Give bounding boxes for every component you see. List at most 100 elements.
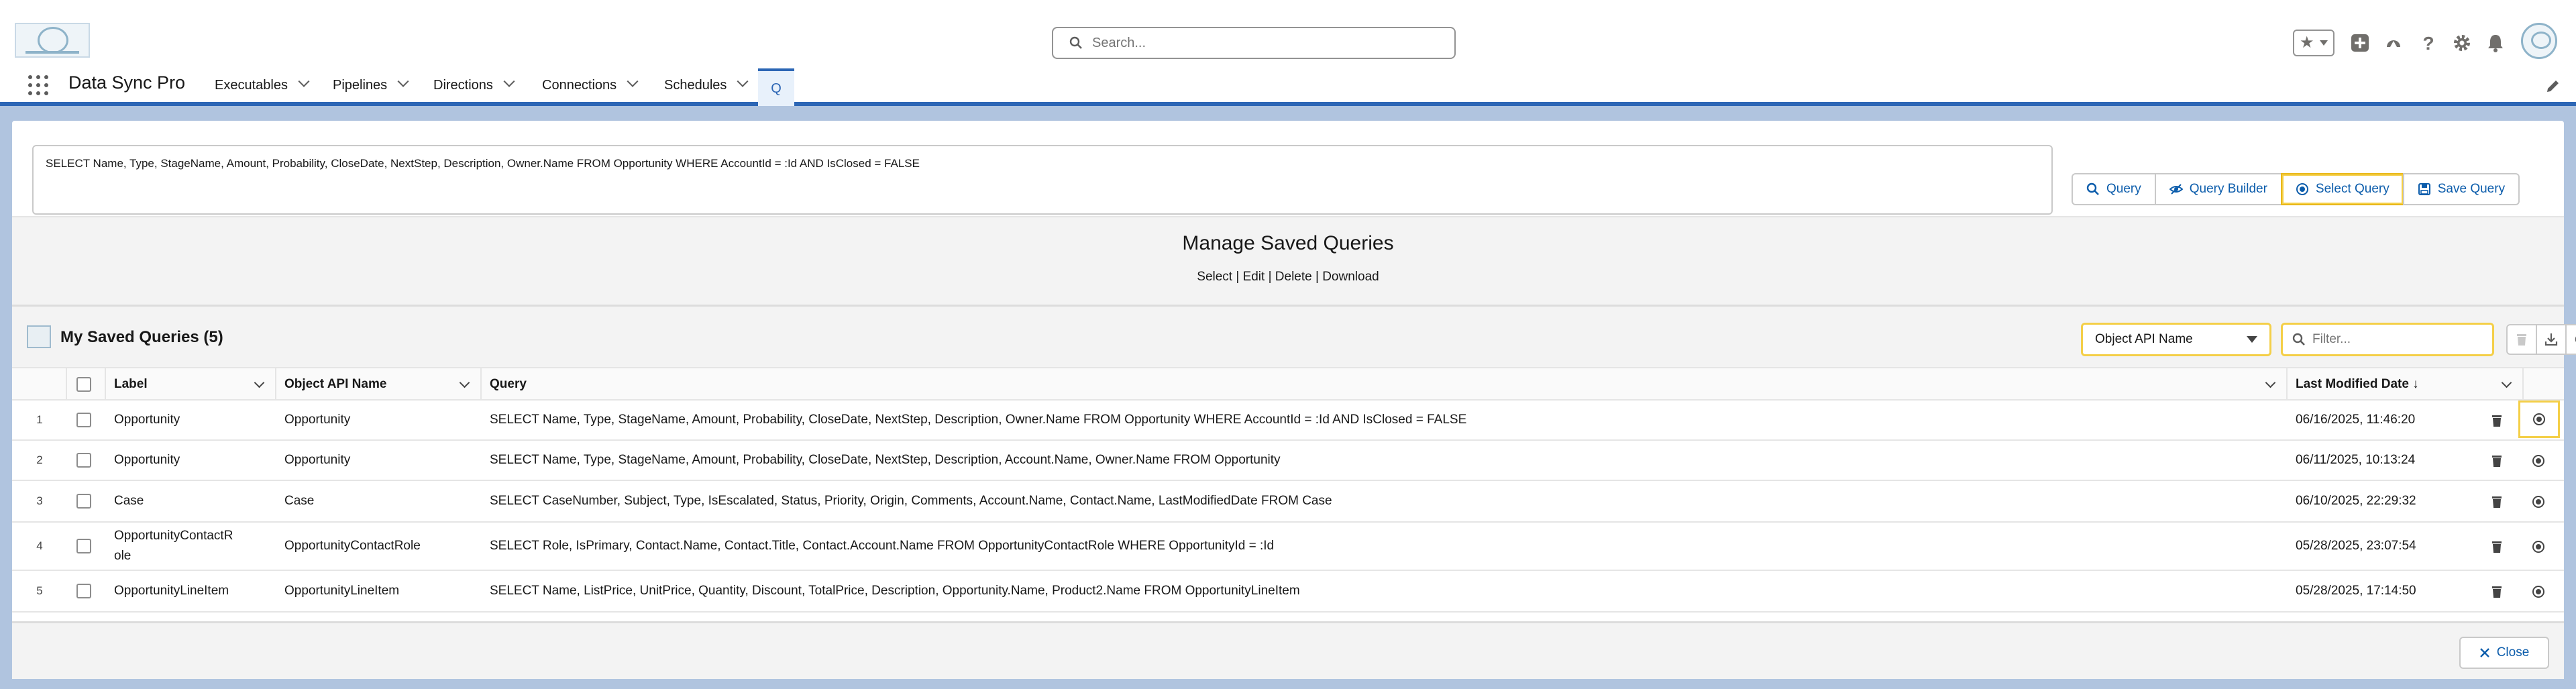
gear-icon[interactable] [2450, 31, 2474, 55]
column-header-label[interactable]: Label [106, 368, 276, 401]
column-header-object[interactable]: Object API Name [276, 368, 482, 401]
nav-item-directions[interactable]: Directions [433, 64, 515, 106]
row-checkbox[interactable] [76, 539, 91, 553]
column-header-query[interactable]: Query [482, 368, 2288, 401]
select-row-button[interactable] [2518, 401, 2560, 438]
row-checkbox[interactable] [76, 413, 91, 427]
chevron-down-icon[interactable] [254, 377, 265, 388]
chevron-down-icon[interactable] [397, 75, 409, 87]
row-checkbox[interactable] [76, 453, 91, 468]
trash-icon [2492, 456, 2502, 467]
trailhead-icon[interactable] [2381, 31, 2406, 55]
trash-icon [2517, 334, 2526, 346]
query-builder-button[interactable]: Query Builder [2154, 173, 2282, 205]
search-icon [1069, 36, 1082, 49]
query-button-label: Query [2106, 182, 2141, 196]
nav-item-pipelines[interactable]: Pipelines [333, 64, 409, 106]
nav-item-schedules[interactable]: Schedules [664, 64, 749, 106]
select-row-button[interactable] [2526, 490, 2551, 514]
table-row[interactable]: 5 OpportunityLineItem OpportunityLineIte… [12, 571, 2564, 613]
column-header-modified[interactable]: Last Modified Date ↓ [2288, 368, 2524, 401]
select-query-button[interactable]: Select Query [2280, 173, 2404, 205]
filter-field[interactable] [2281, 323, 2494, 356]
table-row[interactable]: 2 Opportunity Opportunity SELECT Name, T… [12, 441, 2564, 481]
modal-title: Manage Saved Queries [1182, 232, 1394, 254]
row-number: 3 [36, 494, 43, 507]
delete-row-button[interactable] [2485, 535, 2509, 559]
select-row-button[interactable] [2526, 580, 2551, 604]
row-label: OpportunityContactR ole [114, 529, 233, 563]
query-button[interactable]: Query [2072, 173, 2156, 205]
delete-selected-button[interactable] [2506, 324, 2537, 355]
nav-item-executables[interactable]: Executables [215, 64, 310, 106]
chevron-down-icon[interactable] [459, 377, 470, 388]
select-all-checkbox[interactable] [76, 377, 91, 392]
user-avatar[interactable] [2521, 23, 2557, 59]
nav-item-label: Directions [433, 77, 493, 93]
row-label: Case [114, 494, 144, 508]
bell-icon[interactable] [2483, 31, 2508, 55]
delete-row-button[interactable] [2485, 490, 2509, 514]
refresh-button[interactable] [2565, 324, 2576, 355]
row-checkbox[interactable] [76, 494, 91, 509]
saved-queries-icon [27, 325, 51, 348]
row-number-header [12, 368, 67, 401]
column-modified-text: Last Modified Date ↓ [2296, 377, 2419, 391]
filter-input[interactable] [2312, 332, 2480, 347]
row-number: 1 [36, 413, 43, 426]
app-launcher-icon[interactable] [28, 75, 48, 95]
modal-header: Manage Saved Queries Select | Edit | Del… [12, 216, 2564, 305]
chevron-down-icon[interactable] [503, 75, 515, 87]
modal-footer: Close [12, 621, 2564, 679]
company-logo[interactable] [15, 23, 90, 58]
row-query: SELECT Role, IsPrimary, Contact.Name, Co… [490, 539, 1275, 553]
query-editor-card: SELECT Name, Type, StageName, Amount, Pr… [12, 121, 2564, 216]
row-number: 4 [36, 539, 43, 552]
delete-row-button[interactable] [2485, 409, 2509, 433]
row-checkbox[interactable] [76, 584, 91, 598]
column-label-text: Label [114, 377, 148, 391]
row-query: SELECT Name, Type, StageName, Amount, Pr… [490, 453, 1281, 467]
table-row[interactable]: 3 Case Case SELECT CaseNumber, Subject, … [12, 481, 2564, 523]
chevron-down-icon[interactable] [298, 75, 310, 87]
search-icon [2292, 333, 2305, 346]
row-checkbox-cell [67, 441, 106, 480]
caret-down-icon [2247, 336, 2257, 343]
row-object: Opportunity [284, 453, 351, 467]
close-button[interactable]: Close [2459, 637, 2549, 669]
table-row[interactable]: 1 Opportunity Opportunity SELECT Name, T… [12, 401, 2564, 441]
search-icon [2086, 182, 2099, 195]
app-name: Data Sync Pro [68, 72, 186, 93]
row-number: 2 [36, 454, 43, 466]
edit-nav-icon[interactable] [2545, 78, 2561, 94]
nav-item-connections[interactable]: Connections [542, 64, 639, 106]
download-button[interactable] [2536, 324, 2567, 355]
select-row-button[interactable] [2526, 449, 2551, 473]
save-query-button[interactable]: Save Query [2402, 173, 2520, 205]
help-icon[interactable]: ? [2416, 31, 2440, 55]
chevron-down-icon[interactable] [2265, 377, 2276, 388]
row-checkbox-cell [67, 571, 106, 611]
delete-row-button[interactable] [2485, 449, 2509, 473]
chevron-down-icon[interactable] [737, 75, 749, 87]
object-api-name-select[interactable]: Object API Name [2081, 323, 2271, 356]
save-query-label: Save Query [2437, 182, 2506, 196]
global-search[interactable] [1052, 27, 1456, 59]
row-label: Opportunity [114, 453, 180, 467]
select-query-label: Select Query [2315, 182, 2390, 196]
chevron-down-icon[interactable] [2501, 377, 2512, 388]
nav-item-label: Schedules [664, 77, 727, 93]
chevron-down-icon[interactable] [627, 75, 639, 87]
select-row-button[interactable] [2526, 535, 2551, 559]
query-textarea[interactable]: SELECT Name, Type, StageName, Amount, Pr… [32, 145, 2053, 215]
modal-body: My Saved Queries (5) Object API Name Fil… [12, 305, 2576, 621]
table-row[interactable]: 4 OpportunityContactR ole OpportunityCon… [12, 523, 2564, 571]
search-input[interactable] [1092, 35, 1428, 51]
delete-row-button[interactable] [2485, 580, 2509, 604]
row-object: OpportunityContactRole [284, 539, 421, 553]
hide-icon [2169, 184, 2183, 195]
target-icon [2533, 413, 2545, 425]
nav-tab-q[interactable]: Q [758, 68, 794, 106]
favorites-button[interactable]: ★ [2293, 30, 2334, 56]
add-icon[interactable] [2348, 31, 2372, 55]
